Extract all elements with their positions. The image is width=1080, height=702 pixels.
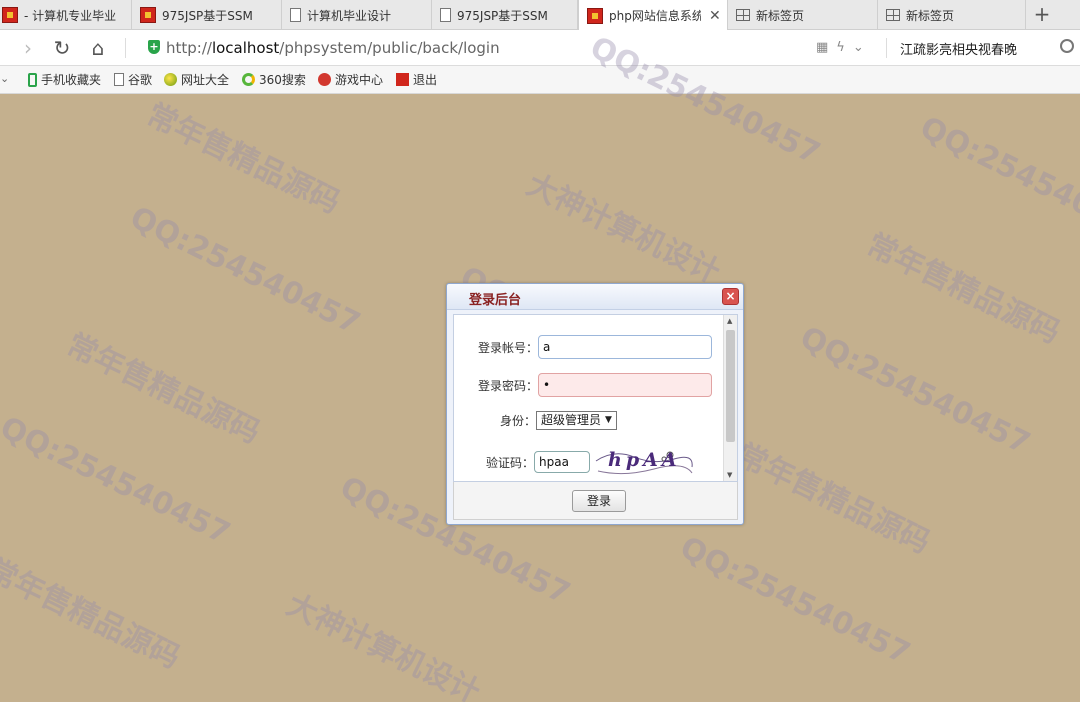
phone-icon [28,72,37,87]
page-icon [440,8,451,22]
watermark-slogan: 大神计算机设计 [521,167,726,291]
account-input[interactable] [538,335,712,359]
address-toolbar: › ↻ ⌂ + http://localhost/phpsystem/publi… [0,30,1080,66]
watermark-qq: QQ:254540457 [124,200,366,342]
page-icon [290,8,301,22]
tab-label: 新标签页 [756,8,805,23]
watermark-slogan: 大神计算机设计 [281,587,486,702]
search-icon[interactable] [1060,39,1074,53]
watermark-slogan: 常年售精品源码 [861,227,1066,351]
tab-3[interactable]: 计算机毕业设计 [282,0,432,30]
close-icon[interactable]: × [722,288,739,305]
bookmark-label: 网址大全 [181,73,230,87]
watermark-qq: QQ:254540457 [0,410,236,552]
role-row: 身份： 超级管理员 ▼ [464,411,617,430]
browser-tab-strip: - 计算机专业毕业 975JSP基于SSM 计算机毕业设计 975JSP基于SS… [0,0,1080,31]
captcha-image[interactable]: hpAA [594,447,694,477]
watermark-slogan: 常年售精品源码 [61,327,266,451]
bookmark-mobile[interactable]: 手机收藏夹 [28,71,101,88]
security-shield-icon[interactable]: + [148,40,160,54]
grid-icon [886,9,900,21]
login-dialog: 登录后台 × 登录帐号： 登录密码： 身份： 超级管理员 ▼ 验证码： [446,283,744,525]
game-icon [318,73,331,86]
red-favicon-icon [140,7,156,23]
tab-6[interactable]: 新标签页 [728,0,878,30]
role-label: 身份： [499,414,536,428]
bookmark-label: 360搜索 [259,73,306,87]
watermark-slogan: 常年售精品源码 [731,437,936,561]
search-360-icon [242,73,255,86]
address-input[interactable]: http://localhost/phpsystem/public/back/l… [166,39,500,57]
captcha-label: 验证码： [485,455,534,470]
toolbar-divider [125,38,126,58]
password-row: 登录密码： [464,373,712,397]
reload-icon[interactable]: ↻ [50,36,74,60]
chevron-down-icon[interactable]: ⌄ [0,72,9,85]
globe-icon [164,73,177,86]
role-selected: 超级管理员 [541,413,602,427]
tab-close-icon[interactable]: ✕ [709,8,721,24]
dialog-body: 登录帐号： 登录密码： 身份： 超级管理员 ▼ 验证码： [453,314,738,482]
dialog-footer: 登录 [453,482,738,520]
tab-7[interactable]: 新标签页 [878,0,1026,30]
scroll-up-icon[interactable]: ▲ [727,317,732,325]
captcha-row: 验证码： hpAA [464,447,694,477]
forward-icon[interactable]: › [16,36,40,60]
news-ticker[interactable]: 江疏影亮相央视春晚 [900,39,1017,58]
account-row: 登录帐号： [464,335,712,359]
dialog-title: 登录后台 [469,293,522,308]
tab-2[interactable]: 975JSP基于SSM [132,0,282,30]
dialog-scrollbar[interactable]: ▲ ▼ [723,315,737,481]
tab-label: 新标签页 [906,8,955,23]
password-input[interactable] [538,373,712,397]
exit-icon [396,73,409,86]
home-icon[interactable]: ⌂ [86,36,110,60]
bookmarks-bar: ⌄ 手机收藏夹 谷歌 网址大全 360搜索 游戏中心 退出 [0,66,1080,94]
bookmark-label: 退出 [413,73,438,87]
tab-label: php网站信息系统 [609,9,701,23]
address-action-icons[interactable]: ▦ϟ⌄ [816,40,872,55]
login-button[interactable]: 登录 [572,490,626,512]
page-icon [114,73,124,86]
bookmark-label: 谷歌 [128,73,153,87]
watermark-slogan: 常年售精品源码 [141,97,346,221]
scroll-down-icon[interactable]: ▼ [727,471,732,479]
tab-1[interactable]: - 计算机专业毕业 [0,0,132,30]
watermark-qq: QQ:254540457 [914,110,1080,252]
watermark-qq: QQ:254540457 [674,530,916,672]
captcha-text: hpAA [608,449,681,471]
tab-label: - 计算机专业毕业 [24,8,117,23]
red-favicon-icon [2,7,18,23]
watermark-qq: QQ:254540457 [794,320,1036,462]
red-favicon-icon [587,7,603,24]
scroll-thumb[interactable] [726,330,735,442]
bookmark-label: 游戏中心 [335,73,384,87]
role-select[interactable]: 超级管理员 ▼ [536,411,617,430]
captcha-input[interactable] [534,451,590,473]
tab-label: 975JSP基于SSM [457,8,548,23]
tab-label: 计算机毕业设计 [307,8,392,23]
bookmark-url-directory[interactable]: 网址大全 [164,71,229,88]
tab-4[interactable]: 975JSP基于SSM [432,0,578,30]
new-tab-button[interactable]: + [1028,2,1056,28]
bookmark-label: 手机收藏夹 [41,73,102,87]
bookmark-360-search[interactable]: 360搜索 [242,71,306,88]
chevron-down-icon: ▼ [605,415,612,425]
password-label: 登录密码： [477,378,538,393]
toolbar-divider [886,38,887,58]
tab-label: 975JSP基于SSM [162,8,253,23]
dialog-header: 登录后台 × [447,284,743,310]
bookmark-google[interactable]: 谷歌 [114,71,152,88]
watermark-slogan: 常年售精品源码 [0,552,186,676]
bookmark-exit[interactable]: 退出 [396,71,437,88]
bookmark-game-center[interactable]: 游戏中心 [318,71,383,88]
tab-active[interactable]: php网站信息系统 ✕ [578,0,728,31]
account-label: 登录帐号： [477,340,538,355]
grid-icon [736,9,750,21]
